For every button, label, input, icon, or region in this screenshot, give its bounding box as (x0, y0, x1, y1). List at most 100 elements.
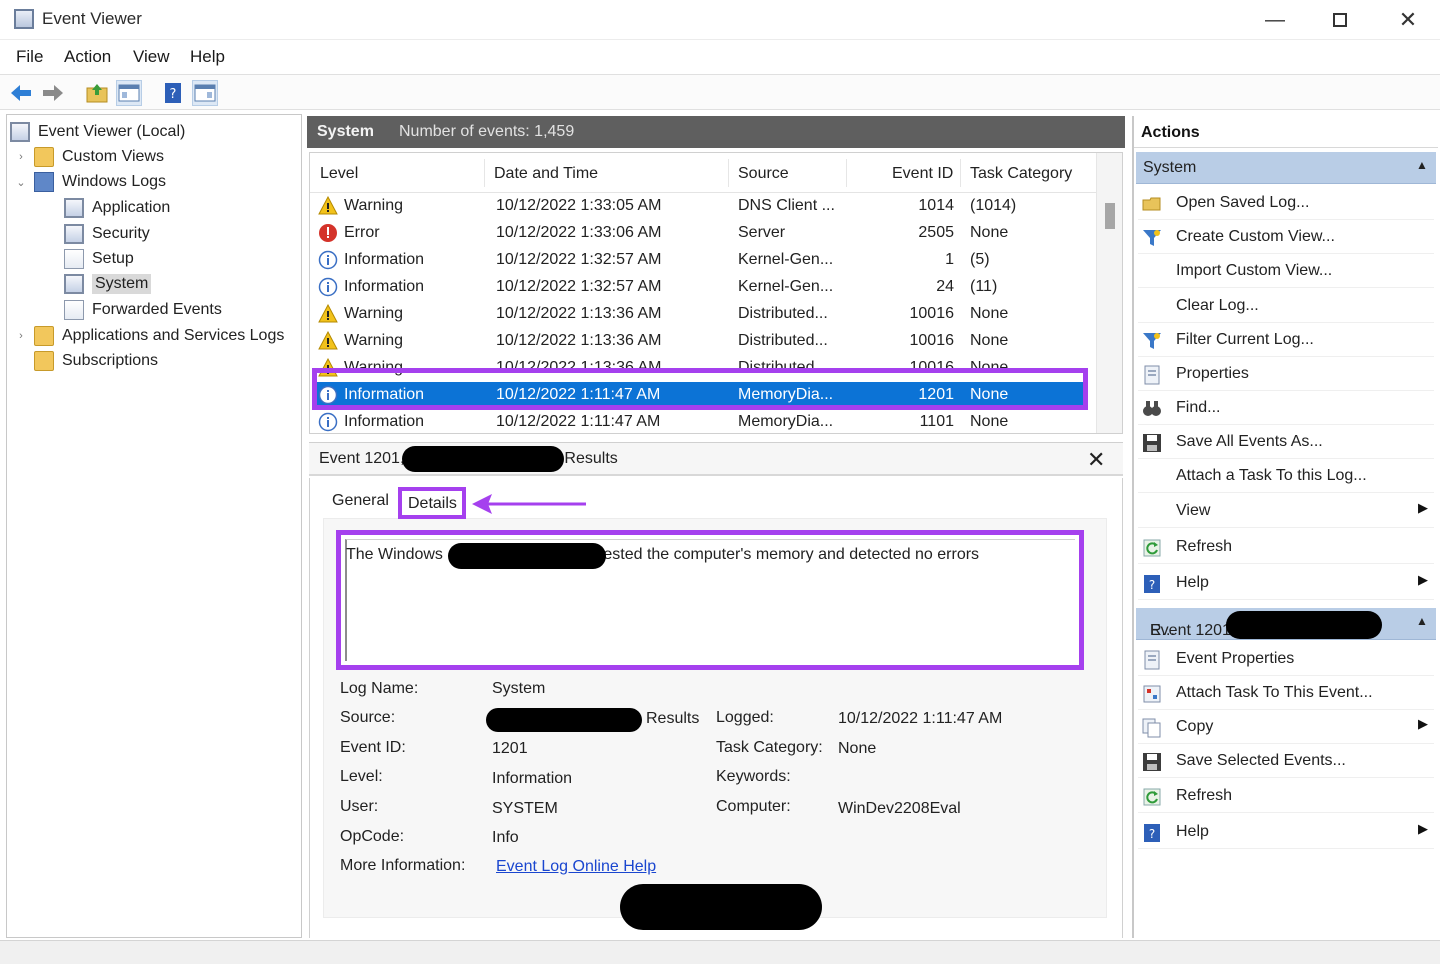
tree-label: Security (92, 225, 150, 242)
action-filter-current-log[interactable]: Filter Current Log... (1138, 323, 1434, 357)
filter-icon (1142, 228, 1162, 248)
column-header-source[interactable]: Source (738, 165, 789, 183)
cell-source: Distributed... (738, 305, 828, 322)
section-label-suffix: R... (1150, 622, 1175, 639)
menu-view[interactable]: View (133, 47, 170, 67)
action-create-custom-view[interactable]: Create Custom View... (1138, 220, 1434, 254)
up-folder-button[interactable] (84, 80, 110, 106)
action-event-properties[interactable]: Event Properties (1138, 642, 1434, 676)
actions-section-system[interactable]: System ▲ (1136, 152, 1436, 184)
event-row[interactable]: Warning 10/12/2022 1:13:36 AM Distributed.… (312, 301, 1086, 328)
menu-file[interactable]: File (16, 47, 43, 67)
collapse-up-icon[interactable]: ▲ (1416, 158, 1428, 172)
maximize-icon (1333, 13, 1347, 27)
column-header-event-id[interactable]: Event ID (892, 165, 953, 183)
action-clear-log[interactable]: Clear Log... (1138, 289, 1434, 323)
tree-item-system[interactable]: System (64, 272, 152, 296)
log-name: System (317, 123, 374, 140)
log-header: System Number of events: 1,459 (307, 116, 1125, 148)
action-help[interactable]: ? Help ▶ (1138, 815, 1434, 849)
chevron-down-icon[interactable]: ⌄ (14, 176, 28, 189)
tree-item-custom-views[interactable]: › Custom Views (14, 145, 164, 169)
action-view[interactable]: View ▶ (1138, 494, 1434, 528)
tree-item-subscriptions[interactable]: Subscriptions (34, 349, 158, 373)
action-refresh[interactable]: Refresh (1138, 530, 1434, 564)
event-row[interactable]: Warning 10/12/2022 1:13:36 AM Distributed.… (312, 328, 1086, 355)
tree-label: System (92, 274, 152, 294)
action-label: Save Selected Events... (1176, 752, 1346, 769)
event-row[interactable]: Information 10/12/2022 1:11:47 AM MemoryDi… (312, 382, 1086, 409)
minimize-button[interactable]: — (1255, 6, 1295, 34)
column-header-date[interactable]: Date and Time (494, 165, 598, 183)
action-attach-a-task-to-this-log[interactable]: Attach a Task To this Log... (1138, 459, 1434, 493)
toolbar: ? (0, 74, 1440, 110)
grid-header: Level Date and Time Source Event ID Task… (310, 153, 1100, 193)
chevron-right-icon[interactable]: › (14, 151, 28, 163)
value-computer: WinDev2208Eval (838, 800, 961, 817)
close-detail-icon[interactable]: ✕ (1087, 447, 1105, 473)
folder-icon (34, 147, 54, 167)
event-row[interactable]: Information 10/12/2022 1:11:47 AM MemoryDi… (312, 409, 1086, 433)
action-save-selected-events[interactable]: Save Selected Events... (1138, 744, 1434, 778)
event-row[interactable]: Information 10/12/2022 1:32:57 AM Kernel-G… (312, 274, 1086, 301)
tree-label: Windows Logs (62, 173, 167, 190)
task-icon (1142, 684, 1162, 704)
action-find[interactable]: Find... (1138, 391, 1434, 425)
tree-label: Subscriptions (62, 352, 159, 369)
tree-item-app-services-logs[interactable]: › Applications and Services Logs (14, 324, 284, 348)
tree-label: Setup (92, 250, 134, 267)
collapse-up-icon[interactable]: ▲ (1416, 614, 1428, 628)
info-icon (318, 412, 338, 432)
maximize-button[interactable] (1320, 6, 1360, 34)
show-action-pane-button[interactable] (192, 80, 218, 106)
cell-level: Information (344, 386, 425, 403)
action-open-saved-log[interactable]: Open Saved Log... (1138, 186, 1434, 220)
scroll-thumb[interactable] (1105, 203, 1115, 229)
status-bar (0, 940, 1440, 964)
action-save-all-events-as[interactable]: Save All Events As... (1138, 425, 1434, 459)
action-refresh[interactable]: Refresh (1138, 779, 1434, 813)
chevron-right-icon[interactable]: › (14, 330, 28, 342)
action-help[interactable]: ? Help ▶ (1138, 566, 1434, 600)
cell-task-category: None (970, 359, 1009, 376)
refresh-icon (1142, 538, 1162, 558)
tab-details[interactable]: Details (398, 487, 466, 519)
event-row[interactable]: Information 10/12/2022 1:32:57 AM Kernel-G… (312, 247, 1086, 274)
action-import-custom-view[interactable]: Import Custom View... (1138, 254, 1434, 288)
action-properties[interactable]: Properties (1138, 357, 1434, 391)
cell-source: Distributed... (738, 332, 828, 349)
tree-item-application[interactable]: Application (64, 196, 170, 220)
tree-item-root[interactable]: Event Viewer (Local) (10, 120, 185, 144)
submenu-arrow-icon: ▶ (1418, 572, 1428, 587)
log-icon (64, 300, 84, 320)
menu-action[interactable]: Action (64, 47, 111, 67)
tree-item-forwarded-events[interactable]: Forwarded Events (64, 298, 222, 322)
back-button[interactable] (8, 80, 34, 106)
show-hide-tree-button[interactable] (116, 80, 142, 106)
forward-button[interactable] (40, 80, 66, 106)
properties-icon (1142, 650, 1162, 670)
menu-help[interactable]: Help (190, 47, 225, 67)
action-copy[interactable]: Copy ▶ (1138, 710, 1434, 744)
column-header-level[interactable]: Level (320, 165, 358, 183)
grid-scrollbar[interactable] (1096, 153, 1122, 433)
warning-icon (318, 357, 338, 378)
tree-item-security[interactable]: Security (64, 222, 150, 246)
tree-item-setup[interactable]: Setup (64, 247, 134, 271)
cell-event-id: 10016 (909, 332, 955, 349)
close-window-button[interactable]: ✕ (1388, 6, 1428, 34)
help-toolbar-button[interactable]: ? (160, 80, 186, 106)
action-label: Save All Events As... (1176, 433, 1323, 450)
event-row[interactable]: Warning 10/12/2022 1:13:36 AM Distributed.… (312, 355, 1086, 382)
cell-event-id: 1 (945, 251, 954, 268)
actions-title-bar: Actions (1134, 118, 1438, 148)
tab-general[interactable]: General (332, 492, 389, 510)
event-row[interactable]: Error 10/12/2022 1:33:06 AM Server 2505 None (312, 220, 1086, 247)
event-viewer-app-icon (14, 9, 34, 29)
tree-item-windows-logs[interactable]: ⌄ Windows Logs (14, 170, 166, 194)
column-header-task-category[interactable]: Task Category (970, 165, 1072, 183)
action-attach-task-to-this-event[interactable]: Attach Task To This Event... (1138, 676, 1434, 710)
value-level: Information (492, 770, 573, 787)
event-row[interactable]: Warning 10/12/2022 1:33:05 AM DNS Client .… (312, 193, 1086, 220)
event-log-online-help-link[interactable]: Event Log Online Help (496, 858, 656, 876)
